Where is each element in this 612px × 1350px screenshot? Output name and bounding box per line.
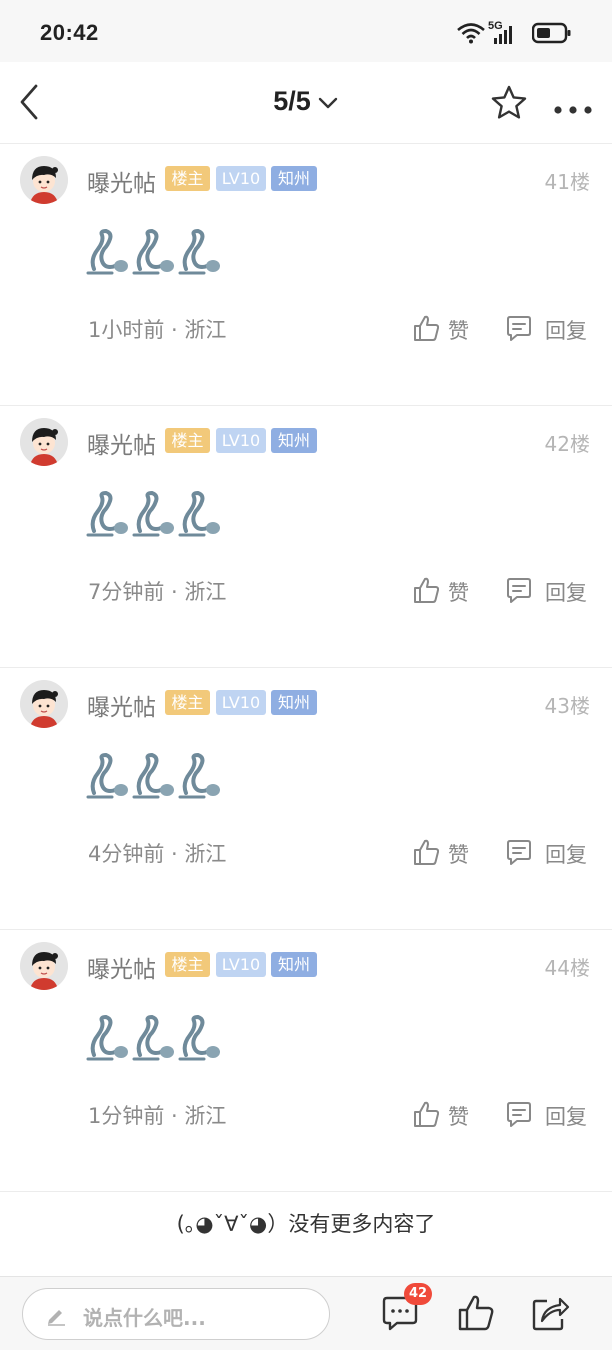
time-location: 1分钟前 · 浙江 — [88, 1104, 227, 1128]
reply-button[interactable]: 回复 — [505, 1098, 595, 1132]
avatar[interactable] — [20, 942, 68, 990]
reply-button[interactable]: 回复 — [505, 574, 595, 608]
phone-emoji-icon — [86, 753, 128, 799]
star-icon — [491, 85, 527, 119]
share-icon — [532, 1297, 570, 1331]
comment-icon — [507, 578, 531, 603]
rank-badge: 知州 — [271, 690, 317, 715]
like-label: 赞 — [448, 1105, 469, 1129]
no-more-content: (｡◕ˇ∀ˇ◕）没有更多内容了 — [176, 1212, 436, 1236]
floor-number: 43楼 — [544, 694, 590, 718]
page-indicator: 5/5 — [273, 86, 311, 116]
thumbs-up-icon — [414, 1101, 440, 1127]
avatar[interactable] — [20, 680, 68, 728]
phone-emoji-icon — [178, 491, 220, 537]
status-icons: 5G — [456, 20, 576, 50]
time-location: 1小时前 · 浙江 — [88, 318, 227, 342]
signal-icon — [494, 26, 512, 44]
chevron-down-icon — [318, 97, 337, 109]
time-location: 4分钟前 · 浙江 — [88, 842, 227, 866]
more-button[interactable] — [552, 100, 594, 114]
battery-icon — [532, 22, 571, 44]
comment-input[interactable]: 说点什么吧... — [22, 1288, 330, 1340]
post-content — [86, 491, 226, 541]
reply-item: 曝光帖 楼主 LV10 知州 43楼 4分钟前 · 浙江 赞 回复 — [0, 668, 612, 930]
avatar-icon — [20, 418, 68, 466]
level-badge: LV10 — [216, 166, 266, 191]
like-label: 赞 — [448, 581, 469, 605]
comment-icon — [507, 1102, 531, 1127]
reply-label: 回复 — [545, 319, 587, 343]
nav-bar: 5/5 — [0, 62, 612, 144]
avatar[interactable] — [20, 418, 68, 466]
wifi-icon — [457, 23, 485, 44]
phone-emoji-icon — [178, 1015, 220, 1061]
reply-label: 回复 — [545, 581, 587, 605]
reply-label: 回复 — [545, 1105, 587, 1129]
share-button[interactable] — [530, 1293, 570, 1333]
level-badge: LV10 — [216, 428, 266, 453]
phone-emoji-icon — [86, 229, 128, 275]
username[interactable]: 曝光帖 — [87, 688, 156, 722]
post-content — [86, 753, 226, 803]
comment-placeholder: 说点什么吧... — [83, 1306, 206, 1330]
username[interactable]: 曝光帖 — [87, 164, 156, 198]
rank-badge: 知州 — [271, 952, 317, 977]
phone-emoji-icon — [132, 491, 174, 537]
edit-pen-icon — [48, 1310, 65, 1326]
avatar-icon — [20, 942, 68, 990]
owner-badge: 楼主 — [165, 952, 210, 977]
phone-emoji-icon — [86, 491, 128, 537]
avatar[interactable] — [20, 156, 68, 204]
like-button[interactable]: 赞 — [412, 1098, 474, 1132]
reply-item: 曝光帖 楼主 LV10 知州 41楼 1小时前 · 浙江 赞 回复 — [0, 144, 612, 406]
rank-badge: 知州 — [271, 428, 317, 453]
reply-button[interactable]: 回复 — [505, 836, 595, 870]
reply-button[interactable]: 回复 — [505, 312, 595, 346]
favorite-button[interactable] — [490, 84, 528, 122]
status-time: 20:42 — [40, 20, 99, 45]
phone-emoji-icon — [86, 1015, 128, 1061]
username[interactable]: 曝光帖 — [87, 950, 156, 984]
reply-item: 曝光帖 楼主 LV10 知州 44楼 1分钟前 · 浙江 赞 回复 — [0, 930, 612, 1192]
username[interactable]: 曝光帖 — [87, 426, 156, 460]
comment-icon — [507, 316, 531, 341]
post-content — [86, 229, 226, 279]
level-badge: LV10 — [216, 952, 266, 977]
owner-badge: 楼主 — [165, 428, 210, 453]
avatar-icon — [20, 156, 68, 204]
floor-number: 41楼 — [544, 170, 590, 194]
like-label: 赞 — [448, 843, 469, 867]
reply-item: 曝光帖 楼主 LV10 知州 42楼 7分钟前 · 浙江 赞 回复 — [0, 406, 612, 668]
avatar-icon — [20, 680, 68, 728]
post-content — [86, 1015, 226, 1065]
phone-emoji-icon — [178, 229, 220, 275]
level-badge: LV10 — [216, 690, 266, 715]
phone-emoji-icon — [178, 753, 220, 799]
like-button[interactable]: 赞 — [412, 312, 474, 346]
more-icon — [554, 106, 592, 114]
floor-number: 44楼 — [544, 956, 590, 980]
phone-emoji-icon — [132, 229, 174, 275]
owner-badge: 楼主 — [165, 166, 210, 191]
phone-emoji-icon — [132, 753, 174, 799]
status-bar: 20:42 5G — [0, 0, 612, 62]
bottom-action-bar: 说点什么吧... 42 — [0, 1276, 612, 1350]
rank-badge: 知州 — [271, 166, 317, 191]
thumbs-up-icon — [414, 577, 440, 603]
reply-label: 回复 — [545, 843, 587, 867]
comment-icon — [507, 840, 531, 865]
phone-emoji-icon — [132, 1015, 174, 1061]
time-location: 7分钟前 · 浙江 — [88, 580, 227, 604]
like-post-button[interactable] — [456, 1293, 496, 1333]
thumbs-up-icon — [458, 1295, 494, 1331]
thumbs-up-icon — [414, 839, 440, 865]
owner-badge: 楼主 — [165, 690, 210, 715]
like-button[interactable]: 赞 — [412, 836, 474, 870]
like-button[interactable]: 赞 — [412, 574, 474, 608]
comment-count-badge: 42 — [404, 1283, 433, 1305]
thumbs-up-icon — [414, 315, 440, 341]
like-label: 赞 — [448, 319, 469, 343]
floor-number: 42楼 — [544, 432, 590, 456]
